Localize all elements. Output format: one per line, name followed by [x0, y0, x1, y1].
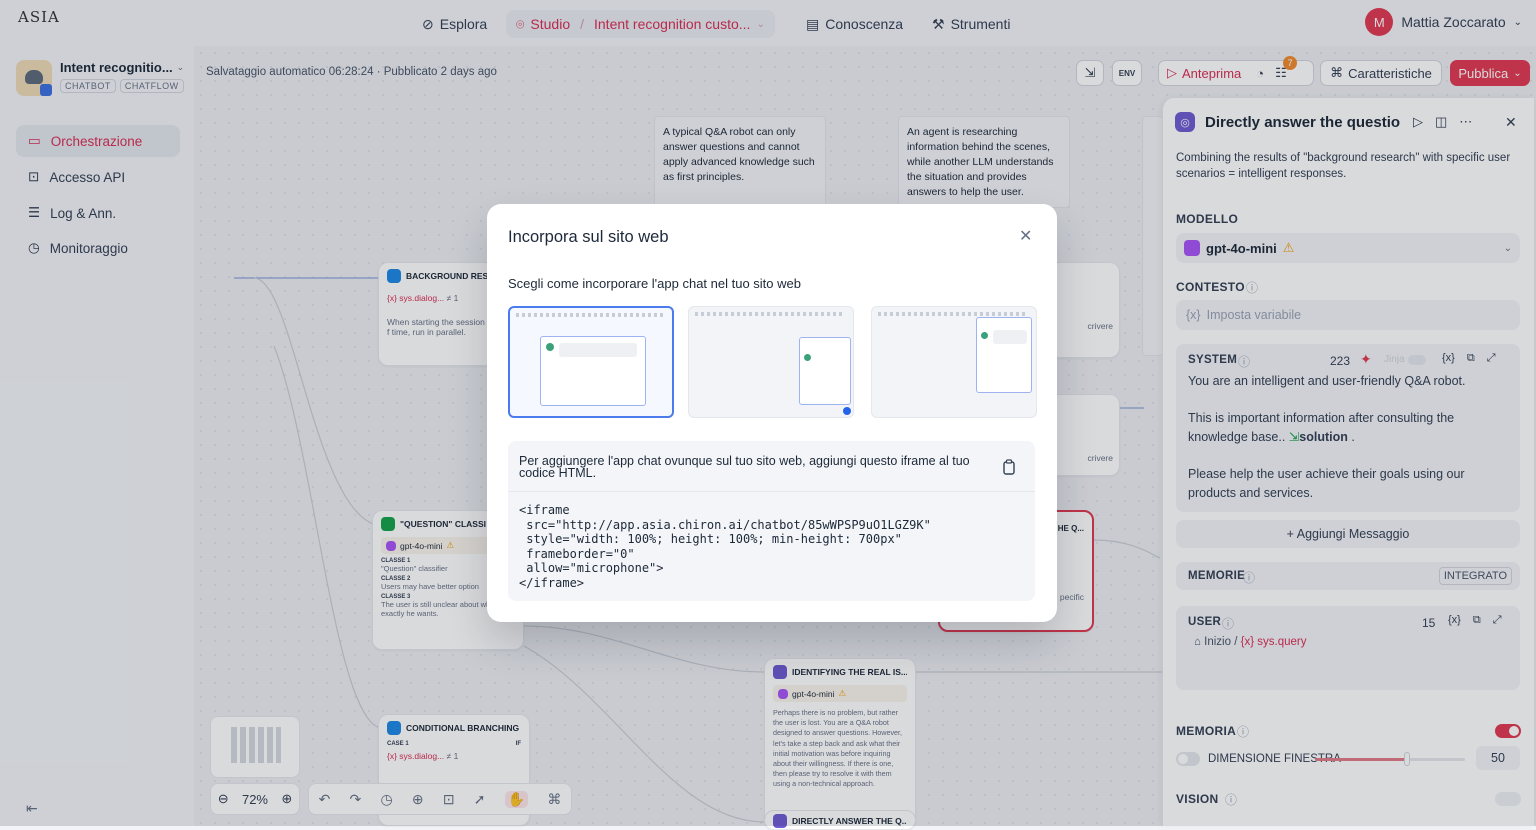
chat-window-illustration — [976, 317, 1032, 393]
modal-subtitle: Scegli come incorporare l'app chat nel t… — [508, 276, 801, 291]
embed-option-bubble[interactable] — [688, 306, 854, 418]
browser-bar-illustration — [695, 312, 845, 316]
embed-option-iframe[interactable] — [508, 306, 674, 418]
browser-bar-illustration — [516, 313, 666, 317]
divider — [508, 491, 1035, 492]
copy-icon[interactable] — [1002, 459, 1016, 475]
chat-window-illustration — [540, 336, 646, 406]
embed-code-box: Per aggiungere l'app chat ovunque sul tu… — [508, 441, 1035, 601]
browser-bar-illustration — [878, 312, 1028, 316]
embed-option-script[interactable] — [871, 306, 1037, 418]
chat-window-illustration — [799, 337, 851, 405]
embed-instructions: Per aggiungere l'app chat ovunque sul tu… — [519, 454, 970, 480]
close-icon[interactable]: ✕ — [1019, 226, 1032, 246]
chat-bubble-illustration — [843, 407, 851, 415]
modal-title: Incorpora sul sito web — [508, 228, 669, 246]
iframe-code[interactable]: <iframe src="http://app.asia.chiron.ai/c… — [519, 503, 931, 590]
embed-modal: Incorpora sul sito web ✕ Scegli come inc… — [487, 204, 1057, 622]
